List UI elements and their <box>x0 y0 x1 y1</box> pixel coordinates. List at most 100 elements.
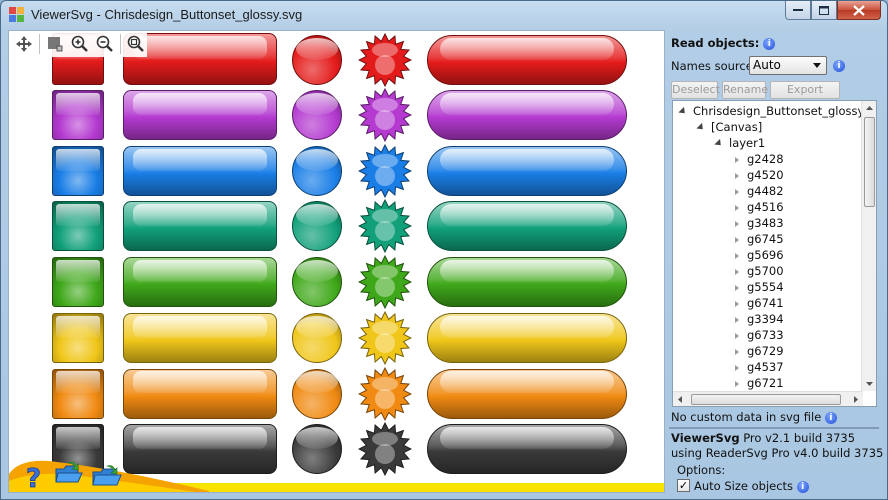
open-file-icon[interactable] <box>54 461 84 485</box>
tree-vertical-scrollbar[interactable] <box>861 101 876 391</box>
glossy-square-button <box>52 90 104 140</box>
tree-node-group[interactable]: g4516 <box>735 199 784 215</box>
tree-node-group[interactable]: g2428 <box>735 151 784 167</box>
gloss-highlight <box>133 315 267 338</box>
expanded-arrow-icon <box>678 106 688 117</box>
tree-node-label: g3483 <box>747 216 784 230</box>
info-icon[interactable]: i <box>763 37 776 50</box>
svg-canvas[interactable]: ? <box>8 30 665 493</box>
tree-node-label: g6729 <box>747 344 784 358</box>
export-image-button[interactable]: Export image <box>770 81 840 112</box>
collapsed-arrow-icon <box>735 220 739 227</box>
glossy-pill-button <box>427 90 627 140</box>
glossy-square-button <box>52 368 104 419</box>
scroll-up-icon[interactable] <box>862 101 877 115</box>
collapsed-arrow-icon <box>735 300 739 307</box>
tree-node-label: g4537 <box>747 360 784 374</box>
glossy-pill-button <box>427 201 627 252</box>
tree-node-label: g6745 <box>747 232 784 246</box>
tree-node-root[interactable]: Chrisdesign_Buttonset_glossy.svg <box>678 103 877 119</box>
info-icon[interactable]: i <box>796 480 809 493</box>
move-tool-button[interactable] <box>13 33 35 55</box>
names-source-value: Auto <box>753 58 781 72</box>
tree-node-group[interactable]: g4520 <box>735 167 784 183</box>
gloss-highlight <box>56 315 100 338</box>
tree-node-group[interactable]: g5700 <box>735 263 784 279</box>
tree-node-group[interactable]: g6729 <box>735 343 784 359</box>
tree-node-label: g6721 <box>747 376 784 390</box>
tree-horizontal-scrollbar[interactable] <box>673 391 863 406</box>
read-objects-heading: Read objects: i <box>671 36 776 50</box>
gloss-highlight <box>439 148 615 171</box>
zoom-fit-button[interactable] <box>125 33 147 55</box>
tree-node-group[interactable]: g4482 <box>735 183 784 199</box>
glossy-round-button <box>292 312 342 363</box>
tree-node-group[interactable]: g5554 <box>735 279 784 295</box>
gloss-highlight <box>56 204 100 227</box>
gloss-highlight <box>295 260 339 283</box>
tree-node-label: g5554 <box>747 280 784 294</box>
tree-node-group[interactable]: g6733 <box>735 327 784 343</box>
expanded-arrow-icon <box>714 138 724 149</box>
tree-node-layer[interactable]: layer1 <box>714 135 765 151</box>
chevron-down-icon <box>813 63 821 68</box>
save-file-icon[interactable] <box>91 465 123 487</box>
tree-node-label: Chrisdesign_Buttonset_glossy.svg <box>693 104 877 118</box>
glossy-rect-button <box>123 368 277 419</box>
tree-node-group[interactable]: g4537 <box>735 359 784 375</box>
glossy-star-badge <box>358 366 412 421</box>
toolbar-separator <box>120 34 121 54</box>
using-line: using ReaderSvg Pro v4.0 build 3735 <box>671 446 884 460</box>
glossy-rect-button <box>123 90 277 140</box>
scroll-right-icon[interactable] <box>849 392 863 407</box>
maximize-button[interactable] <box>811 1 837 20</box>
glossy-pill-button <box>427 35 627 85</box>
title-bar[interactable]: ViewerSvg - Chrisdesign_Buttonset_glossy… <box>1 1 887 29</box>
glossy-pill-button <box>427 424 627 475</box>
gloss-highlight <box>133 204 267 227</box>
rename-button[interactable]: Rename <box>722 81 768 99</box>
close-button[interactable] <box>837 1 881 20</box>
object-tree[interactable]: Chrisdesign_Buttonset_glossy.svg [Canvas… <box>672 100 877 407</box>
tree-node-group[interactable]: g3394 <box>735 311 784 327</box>
glossy-pill-button <box>427 368 627 419</box>
glossy-star-badge <box>358 422 412 477</box>
gloss-highlight <box>56 92 100 115</box>
minimize-button[interactable] <box>785 1 811 20</box>
glossy-round-button <box>292 368 342 419</box>
horizontal-scroll-thumb[interactable] <box>691 394 841 405</box>
glossy-round-button <box>292 424 342 475</box>
zoom-out-button[interactable] <box>94 33 116 55</box>
tree-node-label: g2428 <box>747 152 784 166</box>
read-objects-label: Read objects <box>671 36 755 50</box>
gloss-highlight <box>295 315 339 338</box>
tree-node-label: g5700 <box>747 264 784 278</box>
zoom-in-icon <box>71 35 88 52</box>
zoom-in-button[interactable] <box>69 33 91 55</box>
scroll-down-icon[interactable] <box>862 377 877 391</box>
names-source-select[interactable]: Auto <box>749 56 827 75</box>
objects-panel: Read objects: i Names source: Auto i Des… <box>669 30 883 496</box>
info-icon[interactable]: i <box>824 411 837 424</box>
tree-node-group[interactable]: g5696 <box>735 247 784 263</box>
help-icon[interactable]: ? <box>25 463 47 491</box>
gloss-highlight <box>133 92 267 115</box>
select-rect-button[interactable] <box>44 33 66 55</box>
glossy-star-badge <box>358 33 412 87</box>
auto-size-label[interactable]: Auto Size objects <box>694 479 793 493</box>
version-line: ViewerSvg Pro v2.1 build 3735 <box>671 431 855 445</box>
auto-size-checkbox[interactable]: ✓ <box>677 479 690 492</box>
info-icon[interactable]: i <box>833 60 845 72</box>
panel-divider <box>669 427 879 429</box>
tree-node-canvas[interactable]: [Canvas] <box>696 119 762 135</box>
gloss-highlight <box>56 371 100 394</box>
tree-node-group[interactable]: g6745 <box>735 231 784 247</box>
caption-buttons <box>785 1 881 21</box>
scroll-left-icon[interactable] <box>673 392 687 407</box>
vertical-scroll-thumb[interactable] <box>864 117 875 207</box>
tree-node-group[interactable]: g6721 <box>735 375 784 391</box>
tree-node-group[interactable]: g6741 <box>735 295 784 311</box>
deselect-button[interactable]: Deselect <box>671 81 720 99</box>
tree-node-group[interactable]: g3483 <box>735 215 784 231</box>
product-name: ViewerSvg <box>671 431 740 445</box>
